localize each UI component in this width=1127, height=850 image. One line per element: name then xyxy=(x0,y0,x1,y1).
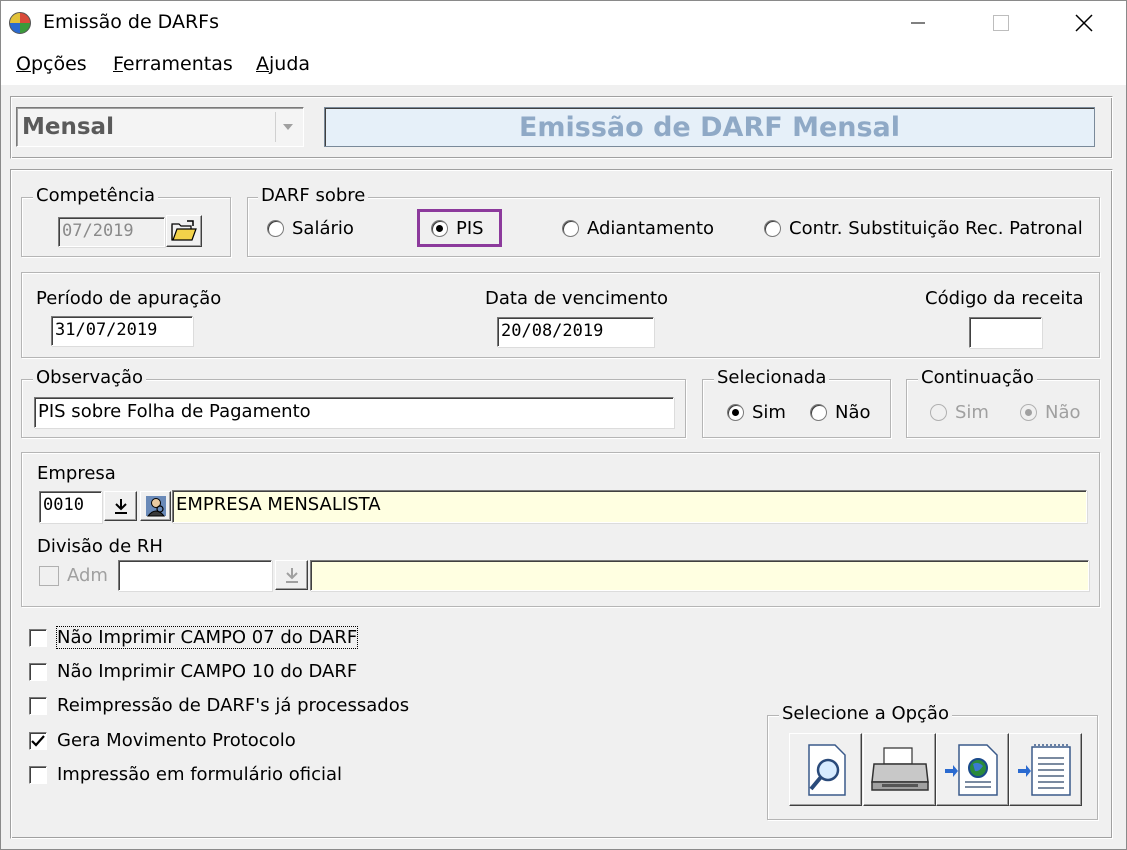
radio-circle xyxy=(267,220,284,237)
checkbox-box xyxy=(29,696,47,715)
darf-window: Emissão de DARFs Opções Ferramentas Ajud… xyxy=(0,0,1127,850)
radio-label: Não xyxy=(835,402,871,423)
chevron-down-icon[interactable] xyxy=(275,112,299,142)
darf-sobre-legend: DARF sobre xyxy=(258,185,369,206)
checkbox-box xyxy=(29,628,47,647)
maximize-button[interactable] xyxy=(973,1,1029,45)
radio-label: Salário xyxy=(292,218,354,239)
radio-circle xyxy=(930,404,947,421)
checkbox-label: Não Imprimir CAMPO 10 do DARF xyxy=(57,661,358,682)
export-web-icon xyxy=(944,743,998,796)
menu-ajuda[interactable]: Ajuda xyxy=(256,53,310,75)
radio-circle xyxy=(764,220,781,237)
menu-bar: Opções Ferramentas Ajuda xyxy=(1,45,1126,85)
checkbox-nao-imprimir-campo-10[interactable]: Não Imprimir CAMPO 10 do DARF xyxy=(29,661,357,682)
banner: Emissão de DARF Mensal xyxy=(324,107,1095,147)
radio-salario[interactable]: Salário xyxy=(267,218,354,239)
checkmark-icon xyxy=(31,734,45,747)
adm-checkbox[interactable]: Adm xyxy=(39,565,108,586)
checkbox-label: Adm xyxy=(67,565,108,586)
checkbox-label: Reimpressão de DARF's já processados xyxy=(57,695,410,716)
divisao-lookup-button[interactable] xyxy=(275,560,308,590)
codigo-label: Código da receita xyxy=(925,288,1084,309)
empresa-person-button[interactable] xyxy=(140,491,171,521)
close-icon xyxy=(1075,14,1093,32)
download-arrow-icon xyxy=(285,568,298,583)
folder-open-icon xyxy=(171,220,197,241)
print-button[interactable] xyxy=(863,733,936,806)
period-select[interactable]: Mensal xyxy=(16,107,304,147)
header-panel: Mensal Emissão de DARF Mensal xyxy=(10,96,1113,159)
radio-selecionada-nao[interactable]: Não xyxy=(810,402,871,423)
title-bar: Emissão de DARFs xyxy=(1,1,1126,45)
minimize-icon xyxy=(911,22,925,24)
checkbox-formulario-oficial[interactable]: Impressão em formulário oficial xyxy=(29,764,342,785)
checkbox-label: Impressão em formulário oficial xyxy=(57,764,343,785)
vencimento-input[interactable]: 20/08/2019 xyxy=(497,317,654,347)
vencimento-label: Data de vencimento xyxy=(485,288,669,309)
radio-label: Sim xyxy=(752,402,786,423)
radio-pis[interactable]: PIS xyxy=(431,218,484,239)
window-title: Emissão de DARFs xyxy=(43,11,220,33)
radio-label: Contr. Substituição Rec. Patronal xyxy=(789,218,1083,239)
radio-selecionada-sim[interactable]: Sim xyxy=(727,402,786,423)
observacao-input[interactable]: PIS sobre Folha de Pagamento xyxy=(34,397,674,428)
empresa-label: Empresa xyxy=(37,463,116,484)
periodo-label: Período de apuração xyxy=(36,288,222,309)
selecione-legend: Selecione a Opção xyxy=(779,703,952,724)
checkbox-box xyxy=(29,731,47,750)
radio-contr-substituicao[interactable]: Contr. Substituição Rec. Patronal xyxy=(764,218,1083,239)
divisao-label: Divisão de RH xyxy=(37,536,163,557)
radio-label: PIS xyxy=(456,218,484,239)
divisao-code-input[interactable] xyxy=(118,560,272,591)
minimize-button[interactable] xyxy=(890,1,946,45)
radio-circle xyxy=(727,404,744,421)
checkbox-gera-movimento[interactable]: Gera Movimento Protocolo xyxy=(29,730,296,751)
menu-ferramentas[interactable]: Ferramentas xyxy=(113,53,233,75)
divisao-name-field xyxy=(310,560,1089,591)
menu-opcoes[interactable]: Opções xyxy=(16,53,87,75)
radio-circle xyxy=(810,404,827,421)
download-arrow-icon xyxy=(114,499,127,514)
checkbox-label: Gera Movimento Protocolo xyxy=(57,730,296,751)
selecionada-legend: Selecionada xyxy=(714,367,830,388)
empresa-name-field: EMPRESA MENSALISTA xyxy=(172,490,1087,523)
checkbox-reimpressao[interactable]: Reimpressão de DARF's já processados xyxy=(29,695,409,716)
close-button[interactable] xyxy=(1056,1,1112,45)
maximize-icon xyxy=(993,15,1009,31)
radio-circle xyxy=(1020,404,1037,421)
competencia-input[interactable]: 07/2019 xyxy=(58,217,165,247)
checkbox-label: Não Imprimir CAMPO 07 do DARF xyxy=(55,626,359,649)
banner-title: Emissão de DARF Mensal xyxy=(518,111,901,143)
app-icon xyxy=(9,12,31,34)
person-icon xyxy=(145,496,166,517)
radio-label: Não xyxy=(1045,402,1081,423)
export-file-icon xyxy=(1017,743,1071,796)
period-select-value: Mensal xyxy=(22,114,114,140)
export-web-button[interactable] xyxy=(936,733,1009,806)
continuacao-legend: Continuação xyxy=(918,367,1037,388)
export-file-button[interactable] xyxy=(1009,733,1082,806)
radio-continuacao-nao[interactable]: Não xyxy=(1020,402,1081,423)
empresa-code-input[interactable]: 0010 xyxy=(39,491,102,523)
preview-button[interactable] xyxy=(789,733,862,806)
radio-label: Adiantamento xyxy=(587,218,715,239)
checkbox-nao-imprimir-campo-07[interactable]: Não Imprimir CAMPO 07 do DARF xyxy=(29,626,359,649)
competencia-legend: Competência xyxy=(33,185,159,206)
open-folder-button[interactable] xyxy=(166,215,202,247)
radio-adiantamento[interactable]: Adiantamento xyxy=(562,218,714,239)
observacao-legend: Observação xyxy=(33,367,147,388)
radio-label: Sim xyxy=(955,402,989,423)
checkbox-box xyxy=(39,565,59,586)
empresa-lookup-button[interactable] xyxy=(104,491,137,521)
checkbox-box xyxy=(29,765,47,784)
radio-circle xyxy=(562,220,579,237)
printer-icon xyxy=(870,746,929,791)
preview-icon xyxy=(807,743,846,796)
codigo-input[interactable] xyxy=(969,317,1042,348)
radio-continuacao-sim[interactable]: Sim xyxy=(930,402,989,423)
radio-circle xyxy=(431,220,448,237)
periodo-input[interactable]: 31/07/2019 xyxy=(51,316,193,346)
checkbox-box xyxy=(29,662,47,681)
